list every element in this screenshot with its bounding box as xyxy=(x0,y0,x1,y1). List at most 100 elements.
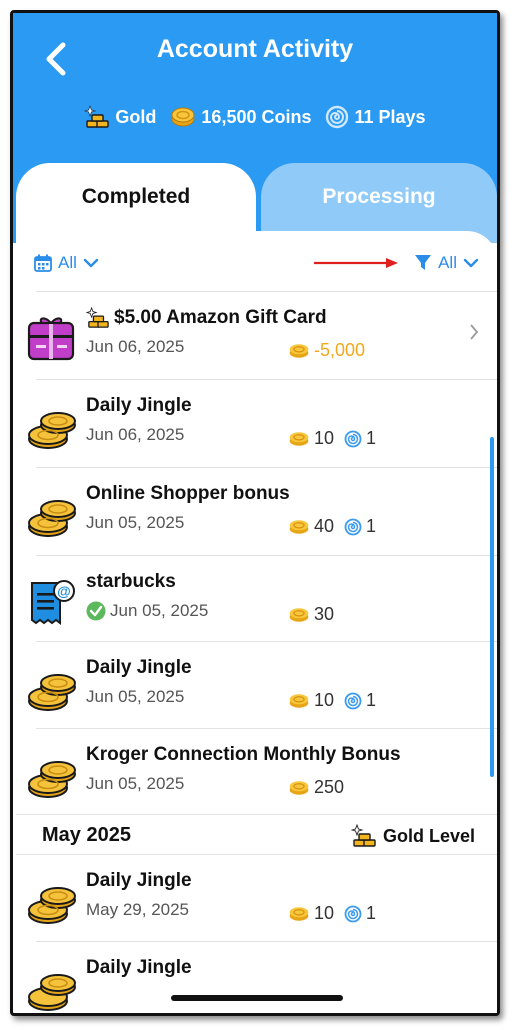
transaction-values: 250 xyxy=(288,777,344,798)
type-filter-label: All xyxy=(438,253,457,272)
divider xyxy=(16,854,497,855)
coins-stat: 16,500 Coins xyxy=(170,106,311,128)
coins-icon xyxy=(28,500,76,537)
coins-amount: 10 xyxy=(314,690,335,710)
transaction-name: Online Shopper bonus xyxy=(86,483,290,504)
date-filter-label: All xyxy=(58,253,77,272)
coins-icon xyxy=(28,761,76,798)
coin-icon xyxy=(289,693,309,708)
transaction-name: Daily Jingle xyxy=(86,657,192,678)
divider xyxy=(36,467,497,468)
gold-level-icon xyxy=(84,105,110,128)
spiral-icon xyxy=(344,430,362,447)
list-item[interactable]: Daily Jingle May 29, 2025 10 1 xyxy=(16,856,497,942)
plays-amount: 1 xyxy=(366,516,377,536)
plays-stat: 11 Plays xyxy=(325,105,426,129)
coin-icon xyxy=(289,431,309,446)
home-indicator[interactable] xyxy=(171,995,343,1001)
plays-label: 11 Plays xyxy=(354,106,426,127)
phone-frame: Account Activity Gold 16,500 Coins 11 Pl… xyxy=(10,10,500,1016)
coin-icon xyxy=(289,906,309,921)
divider xyxy=(16,814,497,815)
list-item[interactable]: Daily Jingle xyxy=(16,943,497,1013)
level-label: Gold xyxy=(115,106,157,127)
spiral-icon xyxy=(344,905,362,922)
svg-text:@: @ xyxy=(57,583,71,599)
gift-card-icon xyxy=(27,317,75,361)
type-filter[interactable]: All xyxy=(414,253,479,273)
coins-amount: 10 xyxy=(314,428,335,448)
list-item[interactable]: Kroger Connection Monthly Bonus Jun 05, … xyxy=(16,730,497,816)
coin-icon xyxy=(289,780,309,795)
section-level-label: Gold Level xyxy=(382,825,475,846)
list-item[interactable]: $5.00 Amazon Gift Card Jun 06, 2025 -5,0… xyxy=(16,293,497,379)
divider xyxy=(36,555,497,556)
transaction-date: May 29, 2025 xyxy=(86,900,190,919)
divider xyxy=(36,941,497,942)
chevron-down-icon xyxy=(463,258,479,268)
transaction-date: Jun 05, 2025 xyxy=(86,513,185,532)
coins-amount: 30 xyxy=(314,604,335,624)
section-title: May 2025 xyxy=(42,824,131,846)
divider xyxy=(36,379,497,380)
activity-list: All All $5.00 Amazon Gift Card Jun 06, 2… xyxy=(16,231,497,1013)
list-item[interactable]: Online Shopper bonus Jun 05, 2025 40 1 xyxy=(16,469,497,555)
coin-icon xyxy=(289,343,309,358)
transaction-date: Jun 05, 2025 xyxy=(110,601,209,620)
transaction-values: -5,000 xyxy=(288,340,365,361)
gold-level-icon xyxy=(86,307,109,328)
transaction-values: 10 1 xyxy=(288,903,376,924)
coins-icon xyxy=(28,412,76,449)
spiral-icon xyxy=(344,518,362,535)
transaction-name: Daily Jingle xyxy=(86,870,192,891)
receipt-icon: @ xyxy=(31,580,75,625)
transaction-name: Daily Jingle xyxy=(86,395,192,416)
transaction-values: 10 1 xyxy=(288,428,376,449)
page-title: Account Activity xyxy=(156,35,354,63)
coins-amount: 250 xyxy=(314,777,345,797)
plays-amount: 1 xyxy=(366,428,377,448)
transaction-values: 10 1 xyxy=(288,690,376,711)
coin-icon xyxy=(171,107,195,127)
header: Account Activity Gold 16,500 Coins 11 Pl… xyxy=(13,13,497,243)
divider xyxy=(36,728,497,729)
transaction-date-wrap: Jun 05, 2025 xyxy=(86,601,208,621)
date-filter[interactable]: All xyxy=(34,253,99,273)
gold-level-icon xyxy=(350,824,376,847)
coins-amount: -5,000 xyxy=(314,340,366,360)
transaction-name: starbucks xyxy=(86,571,176,592)
coins-icon xyxy=(28,887,76,924)
transaction-name: Kroger Connection Monthly Bonus xyxy=(86,744,401,765)
divider xyxy=(36,641,497,642)
spiral-icon xyxy=(326,105,349,129)
section-level: Gold Level xyxy=(350,824,475,848)
transaction-date: Jun 06, 2025 xyxy=(86,337,185,356)
month-section-header: May 2025 Gold Level xyxy=(16,816,497,856)
plays-amount: 1 xyxy=(366,903,377,923)
coin-icon xyxy=(289,519,309,534)
annotation-arrow xyxy=(314,258,398,268)
list-item[interactable]: Daily Jingle Jun 05, 2025 10 1 xyxy=(16,643,497,729)
list-item[interactable]: @ starbucks Jun 05, 2025 30 xyxy=(16,557,497,643)
calendar-icon xyxy=(34,254,52,272)
transaction-values: 30 xyxy=(288,604,334,625)
filter-bar: All All xyxy=(16,231,497,283)
check-circle-icon xyxy=(86,601,106,621)
scrollbar[interactable] xyxy=(490,437,494,777)
coins-label: 16,500 Coins xyxy=(201,106,312,127)
coins-icon xyxy=(28,974,76,1011)
level-stat: Gold xyxy=(84,105,156,129)
divider xyxy=(36,291,497,292)
transaction-name: $5.00 Amazon Gift Card xyxy=(114,307,327,328)
filter-icon xyxy=(415,255,432,270)
transaction-date: Jun 05, 2025 xyxy=(86,687,185,706)
list-item[interactable]: Daily Jingle Jun 06, 2025 10 1 xyxy=(16,381,497,467)
chevron-right-icon xyxy=(470,324,479,340)
account-stats: Gold 16,500 Coins 11 Plays xyxy=(13,105,497,129)
coin-icon xyxy=(289,607,309,622)
transaction-values: 40 1 xyxy=(288,516,376,537)
spiral-icon xyxy=(344,692,362,709)
transaction-date: Jun 06, 2025 xyxy=(86,425,185,444)
coins-icon xyxy=(28,674,76,711)
coins-amount: 40 xyxy=(314,516,335,536)
